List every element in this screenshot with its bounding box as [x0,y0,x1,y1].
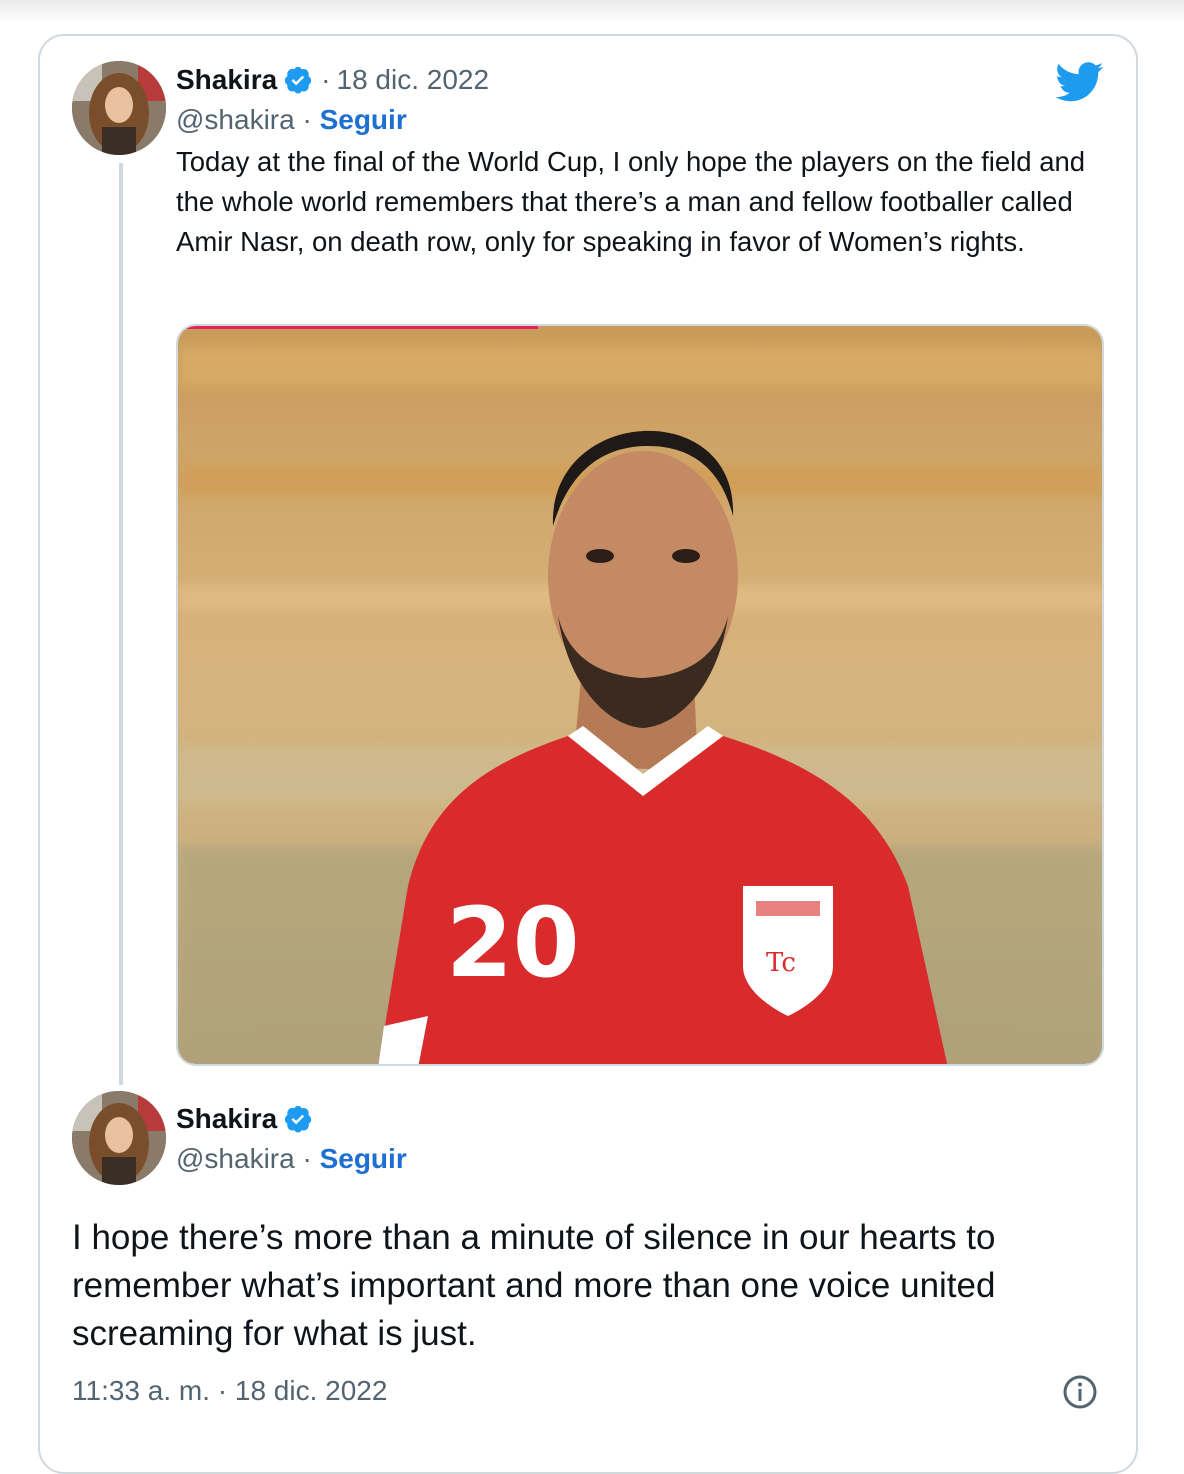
verified-badge-icon [285,1105,312,1133]
author-name[interactable]: Shakira [176,63,277,97]
media-progress-bar [178,326,539,329]
author-handle[interactable]: @shakira [176,1143,295,1174]
thread-connector-line [119,163,123,1085]
main-handle-row: @shakira · Seguir [176,1142,407,1176]
quoted-handle-row: @shakira · Seguir [176,103,407,137]
avatar[interactable] [72,1091,166,1185]
page-top-shadow [0,0,1184,22]
main-tweet-text: I hope there’s more than a minute of sil… [72,1218,996,1353]
tweet-timestamp[interactable]: 11:33 a. m. · 18 dic. 2022 [72,1374,387,1408]
player-photo: 20 Tc [178,326,1102,1064]
main-author-row: Shakira [176,1102,313,1136]
avatar[interactable] [72,61,166,155]
svg-text:Tc: Tc [766,948,796,978]
author-name[interactable]: Shakira [176,1102,277,1136]
tweet-media-image[interactable]: 20 Tc [176,324,1104,1066]
author-handle[interactable]: @shakira [176,104,295,135]
separator: · [302,1143,312,1174]
tweet-date[interactable]: 18 dic. 2022 [337,63,490,97]
separator: · [302,104,312,135]
separator: · [321,64,331,95]
jersey-number: 20 [446,887,580,999]
follow-button[interactable]: Seguir [320,1143,407,1174]
quoted-tweet-text: Today at the final of the World Cup, I o… [176,146,1086,257]
twitter-bird-icon[interactable] [1056,62,1104,102]
verified-badge-icon [285,66,312,94]
quoted-author-row: Shakira · 18 dic. 2022 [176,63,489,97]
info-icon[interactable] [1062,1374,1098,1410]
follow-button[interactable]: Seguir [320,104,407,135]
